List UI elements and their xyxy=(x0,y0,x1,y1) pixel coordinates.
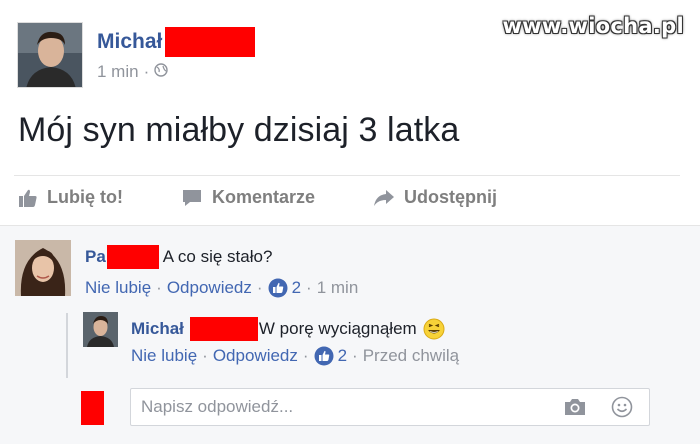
comment-icon xyxy=(182,189,201,206)
reply-input[interactable] xyxy=(141,397,521,417)
like-button[interactable]: Lubię to! xyxy=(18,187,123,208)
site-watermark: www.wiocha.pl xyxy=(502,14,684,38)
separator-dot: · xyxy=(202,346,208,365)
separator-dot: · xyxy=(256,278,263,297)
comment2-author-name[interactable]: Michał xyxy=(131,319,184,339)
like-button-label: Lubię to! xyxy=(47,187,123,207)
meta-separator: · xyxy=(143,62,150,81)
separator-dot: · xyxy=(352,346,358,365)
comment1-body: Pa A co się stało? xyxy=(85,245,272,269)
post-divider xyxy=(14,175,680,176)
comment2-avatar[interactable] xyxy=(83,312,118,347)
post-author-avatar[interactable] xyxy=(17,22,83,88)
comment2-name-redaction xyxy=(189,317,258,341)
laughing-emoji-icon xyxy=(423,318,445,340)
post-time[interactable]: 1 min xyxy=(97,62,139,82)
post-meta: 1 min · xyxy=(97,62,168,82)
comment1-avatar[interactable] xyxy=(15,240,71,296)
post-actions: Lubię to! Komentarze Udostępnij xyxy=(18,187,555,208)
comment1-reply-link[interactable]: Odpowiedz xyxy=(167,278,252,298)
comment2-actions: Nie lubię · Odpowiedz · 2 · Przed chwilą xyxy=(131,346,459,366)
comment1-name-redaction xyxy=(106,245,159,269)
comment2-reply-link[interactable]: Odpowiedz xyxy=(213,346,298,366)
comment1-like-count[interactable]: 2 xyxy=(268,278,301,298)
emoji-icon[interactable] xyxy=(611,396,633,418)
comment1-text: A co się stało? xyxy=(162,247,273,266)
comment-button-label: Komentarze xyxy=(211,187,316,207)
comment2-body: Michał W porę wyciągnąłem xyxy=(131,317,445,341)
thumbs-up-icon xyxy=(19,189,37,207)
comment2-like-count[interactable]: 2 xyxy=(314,346,347,366)
share-button[interactable]: Udostępnij xyxy=(373,187,497,208)
comment2-unlike-link[interactable]: Nie lubię xyxy=(131,346,197,366)
comment1-author-name[interactable]: Pa xyxy=(85,247,106,267)
name-redaction-box xyxy=(165,27,256,57)
reply-thread-line xyxy=(66,313,68,378)
share-arrow-icon xyxy=(374,189,395,206)
like-reaction-icon xyxy=(314,346,334,366)
current-user-avatar-redacted xyxy=(81,391,104,425)
comment2-time[interactable]: Przed chwilą xyxy=(363,346,459,366)
separator-dot: · xyxy=(156,278,162,297)
separator-dot: · xyxy=(302,346,309,365)
separator-dot: · xyxy=(306,278,312,297)
camera-icon[interactable] xyxy=(563,397,587,417)
comment1-time[interactable]: 1 min xyxy=(317,278,359,298)
share-button-label: Udostępnij xyxy=(404,187,498,207)
post-text: Mój syn miałby dzisiaj 3 latka xyxy=(18,111,460,149)
comment1-unlike-link[interactable]: Nie lubię xyxy=(85,278,151,298)
globe-icon xyxy=(154,62,168,82)
comment1-actions: Nie lubię · Odpowiedz · 2 · 1 min xyxy=(85,278,358,298)
like-reaction-icon xyxy=(268,278,288,298)
comment2-likes: 2 xyxy=(337,346,348,365)
reply-box[interactable] xyxy=(130,388,650,426)
comment2-text: W porę wyciągnąłem xyxy=(258,319,417,338)
comment1-likes: 2 xyxy=(291,278,302,297)
comment-button[interactable]: Komentarze xyxy=(181,187,315,208)
post-author-name[interactable]: Michał xyxy=(97,30,162,54)
